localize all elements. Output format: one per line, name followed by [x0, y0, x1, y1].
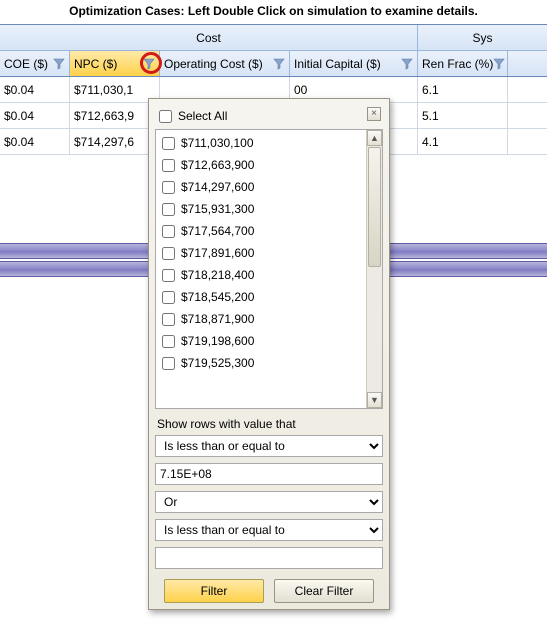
col-header-npc[interactable]: NPC ($) — [70, 51, 160, 76]
page-title: Optimization Cases: Left Double Click on… — [0, 0, 547, 24]
filter-value-row[interactable]: $718,218,400 — [158, 264, 364, 286]
filter-value-label: $717,891,600 — [181, 246, 254, 260]
filter-button[interactable]: Filter — [164, 579, 264, 603]
filter-value-checkbox[interactable] — [162, 269, 175, 282]
filter-popup: Select All × $711,030,100 $712,663,900 $… — [148, 98, 390, 610]
filter-value-checkbox[interactable] — [162, 313, 175, 326]
cell-ren: 6.1 — [418, 77, 508, 102]
filter-value-row[interactable]: $719,525,300 — [158, 352, 364, 374]
cell-ren: 5.1 — [418, 103, 508, 128]
filter-value-checkbox[interactable] — [162, 247, 175, 260]
filter-value-checkbox[interactable] — [162, 203, 175, 216]
col-header-ren[interactable]: Ren Frac (%) — [418, 51, 508, 76]
filter-value-checkbox[interactable] — [162, 181, 175, 194]
filter-value-label: $712,663,900 — [181, 158, 254, 172]
filter-val2-input[interactable] — [155, 547, 383, 569]
col-header-cap[interactable]: Initial Capital ($) — [290, 51, 418, 76]
filter-op1-select[interactable]: Is less than or equal to — [155, 435, 383, 457]
col-header-op[interactable]: Operating Cost ($) — [160, 51, 290, 76]
filter-icon[interactable] — [401, 58, 413, 70]
filter-value-label: $711,030,100 — [181, 136, 254, 150]
filter-value-label: $719,198,600 — [181, 334, 254, 348]
scrollbar[interactable]: ▲ ▼ — [366, 130, 382, 408]
filter-value-row[interactable]: $718,545,200 — [158, 286, 364, 308]
filter-icon[interactable] — [143, 58, 155, 70]
col-label: Ren Frac (%) — [422, 57, 493, 71]
close-icon[interactable]: × — [367, 107, 381, 121]
filter-op2-select[interactable]: Is less than or equal to — [155, 519, 383, 541]
cell-ren: 4.1 — [418, 129, 508, 154]
scroll-thumb[interactable] — [368, 147, 381, 267]
show-rows-label: Show rows with value that — [157, 417, 381, 431]
col-header-coe[interactable]: COE ($) — [0, 51, 70, 76]
cell-npc: $711,030,1 — [70, 77, 160, 102]
col-header-sys-gap — [508, 51, 547, 76]
select-all-checkbox[interactable] — [159, 110, 172, 123]
filter-conj-select[interactable]: Or — [155, 491, 383, 513]
filter-value-row[interactable]: $714,297,600 — [158, 176, 364, 198]
filter-value-label: $718,545,200 — [181, 290, 254, 304]
filter-icon[interactable] — [53, 58, 65, 70]
cell-sys — [508, 77, 547, 102]
filter-value-label: $718,218,400 — [181, 268, 254, 282]
filter-value-label: $719,525,300 — [181, 356, 254, 370]
filter-value-row[interactable]: $717,564,700 — [158, 220, 364, 242]
filter-value-label: $718,871,900 — [181, 312, 254, 326]
filter-value-label: $715,931,300 — [181, 202, 254, 216]
filter-value-checkbox[interactable] — [162, 291, 175, 304]
filter-value-label: $714,297,600 — [181, 180, 254, 194]
cell-sys — [508, 129, 547, 154]
col-label: NPC ($) — [74, 57, 143, 71]
header-columns-row: COE ($) NPC ($) Operating Cost ($) Initi… — [0, 51, 547, 77]
filter-icon[interactable] — [493, 58, 505, 70]
cell-sys — [508, 103, 547, 128]
col-label: Initial Capital ($) — [294, 57, 401, 71]
header-group-row: Cost Sys — [0, 25, 547, 51]
cell-npc: $714,297,6 — [70, 129, 160, 154]
select-all-row[interactable]: Select All × — [155, 105, 383, 127]
cell-coe: $0.04 — [0, 77, 70, 102]
group-sys: Sys — [418, 25, 547, 50]
filter-value-checkbox[interactable] — [162, 357, 175, 370]
group-cost: Cost — [0, 25, 418, 50]
filter-value-row[interactable]: $711,030,100 — [158, 132, 364, 154]
clear-filter-button[interactable]: Clear Filter — [274, 579, 374, 603]
col-label: COE ($) — [4, 57, 53, 71]
scroll-up-icon[interactable]: ▲ — [367, 130, 382, 146]
cell-npc: $712,663,9 — [70, 103, 160, 128]
filter-value-checkbox[interactable] — [162, 225, 175, 238]
filter-icon[interactable] — [273, 58, 285, 70]
cell-coe: $0.04 — [0, 129, 70, 154]
filter-value-label: $717,564,700 — [181, 224, 254, 238]
select-all-label: Select All — [178, 109, 227, 123]
scroll-down-icon[interactable]: ▼ — [367, 392, 382, 408]
filter-val1-input[interactable] — [155, 463, 383, 485]
col-label: Operating Cost ($) — [164, 57, 273, 71]
filter-value-row[interactable]: $718,871,900 — [158, 308, 364, 330]
filter-value-checkbox[interactable] — [162, 159, 175, 172]
filter-value-checkbox[interactable] — [162, 137, 175, 150]
filter-value-row[interactable]: $719,198,600 — [158, 330, 364, 352]
filter-value-row[interactable]: $715,931,300 — [158, 198, 364, 220]
filter-value-checkbox[interactable] — [162, 335, 175, 348]
filter-value-row[interactable]: $712,663,900 — [158, 154, 364, 176]
filter-values-list: $711,030,100 $712,663,900 $714,297,600 $… — [155, 129, 383, 409]
cell-coe: $0.04 — [0, 103, 70, 128]
filter-value-row[interactable]: $717,891,600 — [158, 242, 364, 264]
